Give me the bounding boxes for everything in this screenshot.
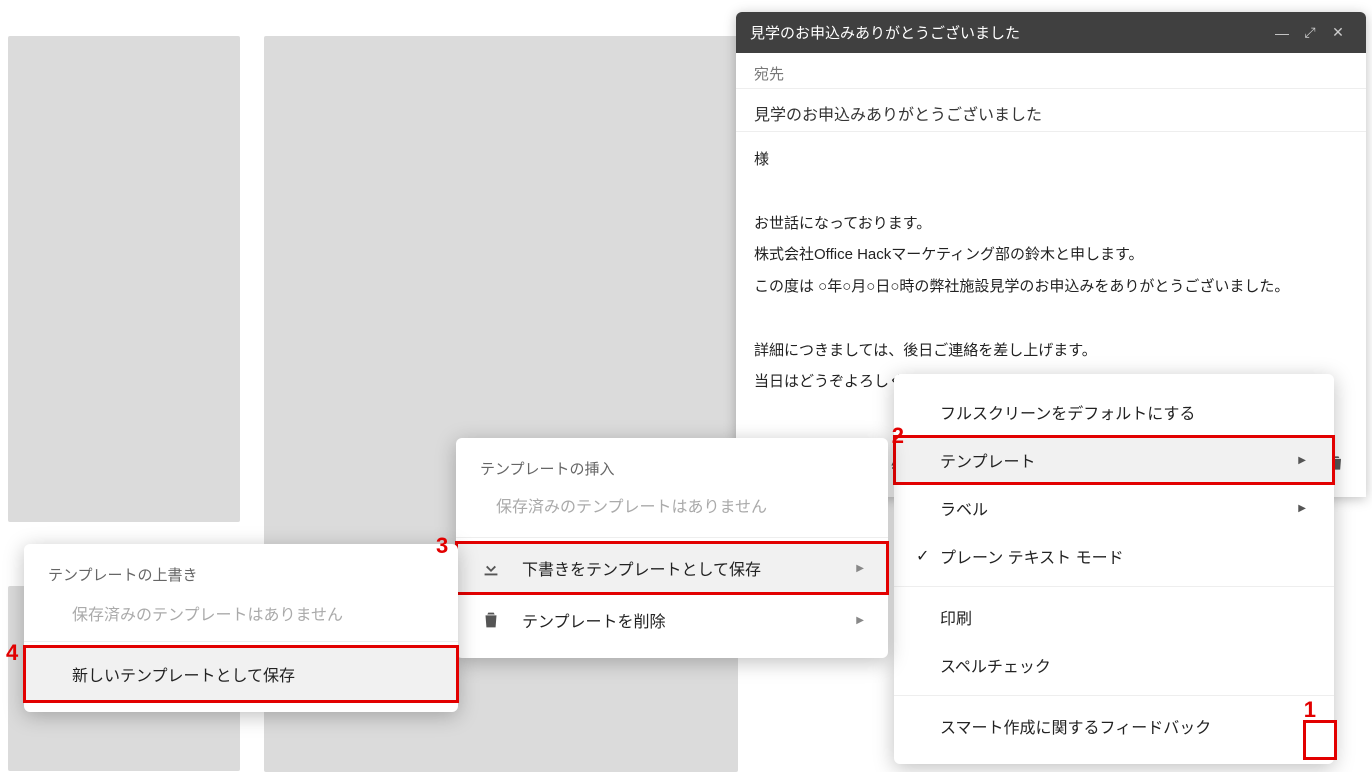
save-overwrite-title: テンプレートの上書き [24, 554, 458, 591]
body-line: お世話になっております。 [754, 210, 1348, 238]
menu-label: 印刷 [940, 605, 972, 629]
menu-label: ラベル [940, 496, 988, 520]
template-empty-text: 保存済みのテンプレートはありません [456, 483, 888, 533]
save-new-template[interactable]: 新しいテンプレートとして保存 [24, 646, 458, 702]
menu-template[interactable]: テンプレート [894, 436, 1334, 484]
compose-title: 見学のお申込みありがとうございました [750, 22, 1268, 43]
expand-icon[interactable]: ⤢ [1296, 24, 1324, 41]
menu-spellcheck[interactable]: スペルチェック [894, 641, 1334, 689]
menu-label: プレーン テキスト モード [940, 544, 1124, 568]
download-icon [480, 557, 502, 579]
more-options-menu: フルスクリーンをデフォルトにする テンプレート ラベル ✓ プレーン テキスト … [894, 374, 1334, 764]
callout-3: 3 [436, 533, 448, 559]
compose-subject-field[interactable]: 見学のお申込みありがとうございました [736, 89, 1366, 132]
trash-icon [480, 609, 502, 631]
template-save-draft[interactable]: 下書きをテンプレートとして保存 [456, 542, 888, 594]
divider [24, 641, 458, 642]
menu-label: スマート作成に関するフィードバック [940, 714, 1211, 738]
compose-header: 見学のお申込みありがとうございました — ⤢ ✕ [736, 12, 1366, 53]
close-icon[interactable]: ✕ [1324, 24, 1352, 41]
menu-smart-compose[interactable]: スマート作成に関するフィードバック [894, 702, 1334, 750]
row-label: 新しいテンプレートとして保存 [72, 668, 295, 685]
template-delete[interactable]: テンプレートを削除 [456, 594, 888, 646]
row-label: 下書きをテンプレートとして保存 [522, 556, 761, 580]
divider [456, 537, 888, 538]
menu-label-item[interactable]: ラベル [894, 484, 1334, 532]
check-icon: ✓ [916, 546, 940, 566]
template-insert-title: テンプレートの挿入 [456, 450, 888, 483]
save-template-submenu: テンプレートの上書き 保存済みのテンプレートはありません 新しいテンプレートとし… [24, 544, 458, 712]
body-line: 詳細につきましては、後日ご連絡を差し上げます。 [754, 337, 1348, 365]
divider [894, 695, 1334, 696]
menu-plain-text[interactable]: ✓ プレーン テキスト モード [894, 532, 1334, 580]
menu-label: フルスクリーンをデフォルトにする [940, 400, 1195, 424]
divider [894, 586, 1334, 587]
callout-1: 1 [1304, 697, 1316, 723]
compose-to-field[interactable]: 宛先 [736, 53, 1366, 89]
save-empty-text: 保存済みのテンプレートはありません [24, 591, 458, 637]
body-line [754, 178, 1348, 206]
subject-text: 見学のお申込みありがとうございました [754, 107, 1042, 124]
callout-4: 4 [6, 640, 18, 666]
menu-print[interactable]: 印刷 [894, 593, 1334, 641]
body-line [754, 305, 1348, 333]
body-line: この度は ○年○月○日○時の弊社施設見学のお申込みをありがとうございました。 [754, 273, 1348, 301]
body-line: 株式会社Office Hackマーケティング部の鈴木と申します。 [754, 241, 1348, 269]
body-line: 様 [754, 146, 1348, 174]
menu-label: テンプレート [940, 448, 1036, 472]
menu-label: スペルチェック [940, 653, 1051, 677]
to-label: 宛先 [754, 66, 784, 83]
menu-fullscreen[interactable]: フルスクリーンをデフォルトにする [894, 388, 1334, 436]
callout-2: 2 [892, 423, 904, 449]
template-submenu: テンプレートの挿入 保存済みのテンプレートはありません 下書きをテンプレートとし… [456, 438, 888, 658]
row-label: テンプレートを削除 [522, 608, 666, 632]
thumb-placeholder [8, 36, 240, 522]
minimize-icon[interactable]: — [1268, 25, 1296, 41]
